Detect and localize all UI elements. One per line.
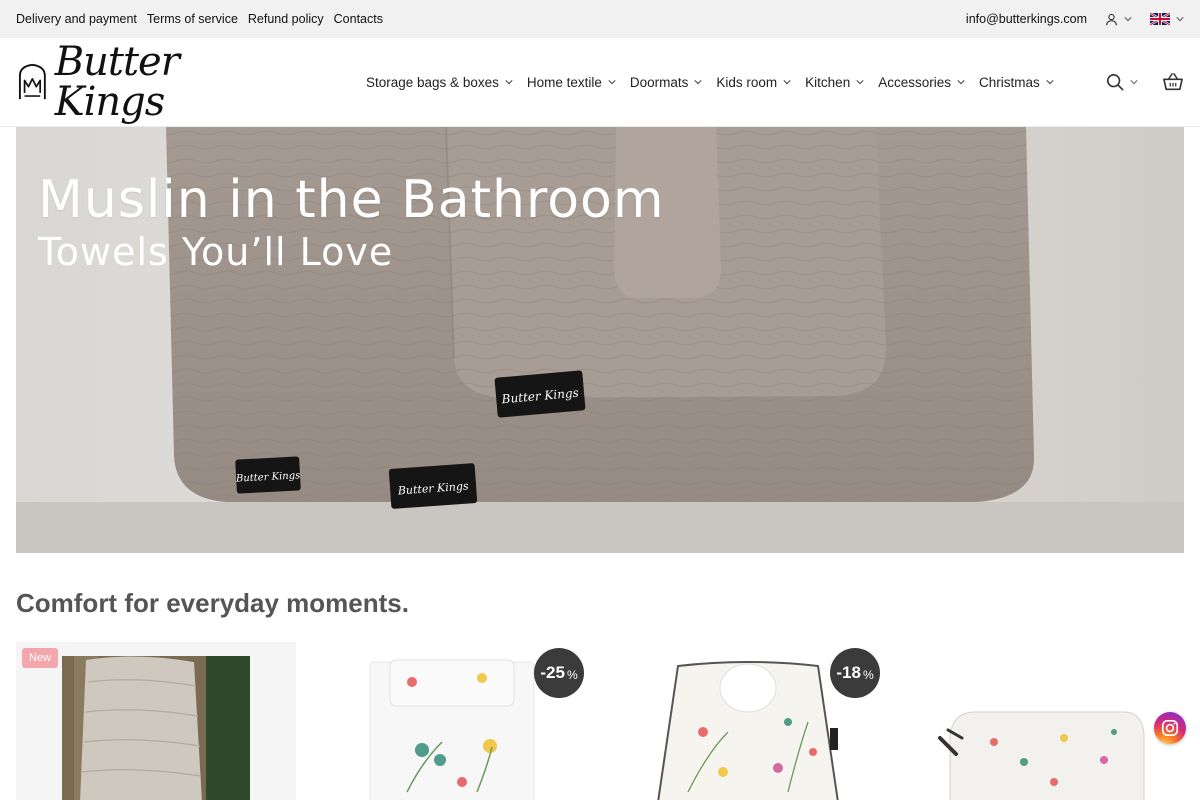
product-image-muslin-blanket <box>16 642 296 800</box>
crown-logo-icon <box>18 63 46 100</box>
flag-uk-icon <box>1150 13 1170 25</box>
header-tools <box>1106 72 1184 92</box>
logo-wordmark: Butter Kings <box>54 39 180 125</box>
chevron-down-icon <box>608 80 616 85</box>
section-title: Comfort for everyday moments. <box>16 588 409 618</box>
link-contacts[interactable]: Contacts <box>334 12 383 26</box>
chevron-down-icon <box>1130 80 1138 85</box>
link-terms-of-service[interactable]: Terms of service <box>147 12 238 26</box>
instagram-icon <box>1161 719 1179 737</box>
product-card[interactable] <box>904 642 1184 800</box>
product-card[interactable]: New <box>16 642 296 800</box>
product-image-floral-laptop-bag <box>904 642 1184 800</box>
hero-title: Muslin in the Bathroom <box>38 170 665 230</box>
nav-label: Kitchen <box>805 74 851 90</box>
nav-doormats[interactable]: Doormats <box>630 75 703 90</box>
top-utility-bar: Delivery and payment Terms of service Re… <box>0 0 1200 38</box>
nav-kids-room[interactable]: Kids room <box>716 75 791 90</box>
nav-label: Kids room <box>716 74 778 90</box>
discount-value: -25 <box>540 663 565 682</box>
nav-kitchen[interactable]: Kitchen <box>805 75 864 90</box>
topbar-right: info@butterkings.com <box>966 12 1184 26</box>
nav-christmas[interactable]: Christmas <box>979 75 1054 90</box>
discount-badge: -25% <box>534 648 584 698</box>
link-delivery-payment[interactable]: Delivery and payment <box>16 12 137 26</box>
search-icon <box>1106 73 1124 91</box>
label-tag: Butter Kings <box>494 370 586 418</box>
chevron-down-icon <box>1176 17 1184 22</box>
language-selector[interactable] <box>1150 13 1184 25</box>
discount-badge: -18% <box>830 648 880 698</box>
site-logo[interactable]: Butter Kings <box>16 42 246 122</box>
nav-label: Storage bags & boxes <box>366 74 499 90</box>
product-card[interactable]: -18% <box>608 642 888 800</box>
basket-icon[interactable] <box>1162 72 1184 92</box>
hero-subtitle: Towels You’ll Love <box>38 230 394 274</box>
user-icon <box>1106 13 1117 25</box>
hero-banner[interactable]: Butter Kings Butter Kings Butter Kings M… <box>16 126 1184 553</box>
topbar-links: Delivery and payment Terms of service Re… <box>16 12 383 26</box>
product-card[interactable]: -25% <box>312 642 592 800</box>
link-refund-policy[interactable]: Refund policy <box>248 12 324 26</box>
discount-unit: % <box>566 667 578 682</box>
chevron-down-icon <box>1124 17 1132 22</box>
main-navigation: Storage bags & boxes Home textile Doorma… <box>366 75 1054 90</box>
product-grid: New -25% -18% <box>16 642 1184 800</box>
nav-storage-bags-boxes[interactable]: Storage bags & boxes <box>366 75 513 90</box>
search-button[interactable] <box>1106 73 1138 91</box>
chevron-down-icon <box>1046 80 1054 85</box>
nav-home-textile[interactable]: Home textile <box>527 75 616 90</box>
instagram-button[interactable] <box>1154 712 1186 744</box>
nav-label: Christmas <box>978 74 1040 90</box>
nav-accessories[interactable]: Accessories <box>878 75 965 90</box>
account-menu[interactable] <box>1105 13 1132 26</box>
nav-label: Doormats <box>629 74 689 90</box>
chevron-down-icon <box>856 80 864 85</box>
chevron-down-icon <box>505 80 513 85</box>
email-link[interactable]: info@butterkings.com <box>966 12 1087 26</box>
nav-label: Home textile <box>526 74 602 90</box>
chevron-down-icon <box>694 80 702 85</box>
chevron-down-icon <box>957 80 965 85</box>
discount-unit: % <box>862 667 874 682</box>
main-header: Butter Kings Storage bags & boxes Home t… <box>0 38 1200 126</box>
new-badge: New <box>22 648 59 668</box>
discount-value: -18 <box>836 663 861 682</box>
chevron-down-icon <box>783 80 791 85</box>
nav-label: Accessories <box>878 74 951 90</box>
